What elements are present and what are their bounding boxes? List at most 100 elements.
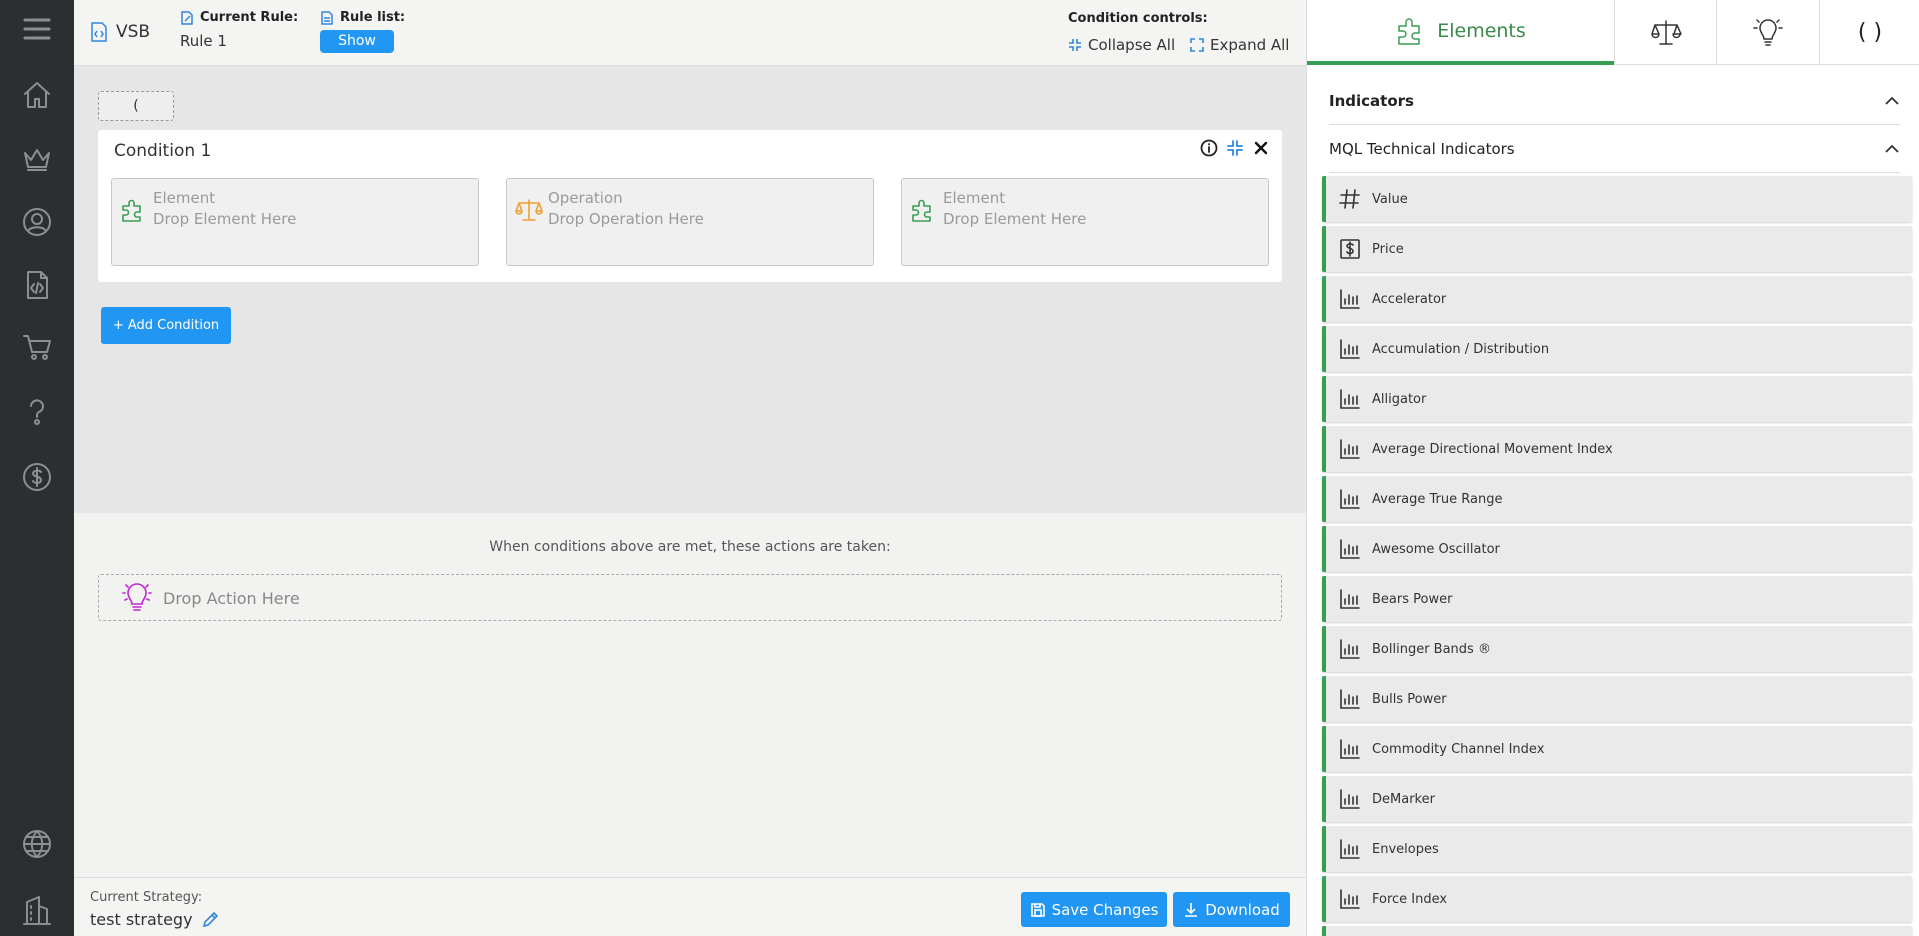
tab-parentheses[interactable]: ( ) (1819, 0, 1919, 65)
app-logo[interactable]: VSB (90, 22, 150, 42)
indicator-item[interactable]: Average True Range (1322, 476, 1912, 522)
slot-type-label: Element (153, 189, 216, 207)
add-condition-button[interactable]: + Add Condition (101, 307, 231, 344)
indicator-item[interactable]: Value (1322, 176, 1912, 222)
current-rule: Current Rule: Rule 1 (180, 10, 298, 50)
footer-bar: Current Strategy: test strategy Save Cha… (74, 877, 1306, 936)
indicator-item[interactable]: Bollinger Bands ® (1322, 626, 1912, 672)
slot-placeholder: Drop Element Here (943, 210, 1087, 228)
indicator-item[interactable]: Average Directional Movement Index (1322, 426, 1912, 472)
indicators-section-header[interactable]: Indicators (1329, 78, 1900, 125)
actions-area: When conditions above are met, these act… (74, 513, 1306, 877)
current-rule-value: Rule 1 (180, 32, 227, 50)
indicator-item[interactable]: Accelerator (1322, 276, 1912, 322)
download-icon (1185, 902, 1198, 917)
info-icon[interactable] (1200, 139, 1218, 157)
scales-icon (1650, 19, 1682, 45)
tab-actions[interactable] (1716, 0, 1819, 65)
side-rail (0, 0, 74, 936)
bar-chart-icon (1340, 639, 1360, 659)
save-icon (1030, 902, 1045, 917)
dollar-icon[interactable] (20, 460, 54, 494)
crown-icon[interactable] (20, 142, 54, 176)
indicator-item[interactable]: Alligator (1322, 376, 1912, 422)
expand-all-label: Expand All (1210, 36, 1290, 54)
collapse-icon[interactable] (1226, 139, 1244, 157)
condition-area: ( Condition 1 Element Drop Element Here … (74, 66, 1306, 513)
indicator-label: Awesome Oscillator (1372, 541, 1500, 557)
tab-elements-label: Elements (1437, 19, 1526, 42)
chevron-up-icon (1885, 96, 1899, 105)
strategy-name-row: test strategy (90, 910, 219, 929)
show-rule-list-button[interactable]: Show (320, 30, 394, 53)
chevron-up-icon (1885, 144, 1899, 153)
top-bar: VSB Current Rule: Rule 1 Rule list: Show… (74, 0, 1306, 66)
operation-drop-slot[interactable]: Operation Drop Operation Here (506, 178, 874, 266)
collapse-all-label: Collapse All (1088, 36, 1176, 54)
expand-all-button[interactable]: Expand All (1190, 36, 1289, 54)
indicator-label: Average True Range (1372, 491, 1503, 507)
expand-icon (1190, 38, 1204, 52)
user-profile-icon[interactable] (20, 205, 54, 239)
rule-list: Rule list: Show (320, 10, 405, 53)
indicator-label: Average Directional Movement Index (1372, 441, 1613, 457)
indicator-item[interactable]: Force Index (1322, 876, 1912, 922)
save-changes-button[interactable]: Save Changes (1021, 892, 1167, 927)
strategy-name: test strategy (90, 910, 193, 929)
lightbulb-icon (1753, 18, 1783, 46)
indicator-label: Bears Power (1372, 591, 1453, 607)
globe-icon[interactable] (20, 827, 54, 861)
bar-chart-icon (1340, 789, 1360, 809)
hash-icon (1339, 189, 1360, 209)
open-parenthesis-block[interactable]: ( (98, 91, 174, 121)
actions-description: When conditions above are met, these act… (489, 539, 891, 555)
home-icon[interactable] (20, 78, 54, 112)
indicator-item[interactable]: Bears Power (1322, 576, 1912, 622)
close-icon[interactable] (1252, 139, 1270, 157)
collapse-icon (1069, 39, 1081, 51)
cart-icon[interactable] (20, 330, 54, 364)
mql-section-header[interactable]: MQL Technical Indicators (1329, 126, 1900, 173)
indicator-label: Bulls Power (1372, 691, 1447, 707)
indicator-item[interactable]: Bulls Power (1322, 676, 1912, 722)
pencil-icon[interactable] (201, 911, 219, 929)
indicator-label: Value (1372, 191, 1408, 207)
bar-chart-icon (1340, 689, 1360, 709)
bar-chart-icon (1340, 839, 1360, 859)
indicators-heading: Indicators (1329, 92, 1414, 110)
bar-chart-icon (1340, 289, 1360, 309)
rule-list-label: Rule list: (340, 10, 406, 25)
indicator-item[interactable]: DeMarker (1322, 776, 1912, 822)
indicator-label: Force Index (1372, 891, 1448, 907)
indicator-item[interactable]: Commodity Channel Index (1322, 726, 1912, 772)
help-icon[interactable] (20, 394, 54, 428)
puzzle-icon (1398, 17, 1420, 45)
panel-tabs: Elements ( ) (1307, 0, 1919, 65)
bar-chart-icon (1340, 489, 1360, 509)
bar-chart-icon (1340, 889, 1360, 909)
indicator-item[interactable] (1322, 926, 1912, 936)
left-element-drop-slot[interactable]: Element Drop Element Here (111, 178, 479, 266)
action-drop-zone[interactable]: Drop Action Here (98, 574, 1282, 621)
bar-chart-icon (1340, 439, 1360, 459)
document-icon (321, 10, 333, 25)
right-element-drop-slot[interactable]: Element Drop Element Here (901, 178, 1269, 266)
indicator-label: Price (1372, 241, 1404, 257)
code-file-icon[interactable] (20, 268, 54, 302)
slot-type-label: Element (943, 189, 1006, 207)
collapse-all-button[interactable]: Collapse All (1068, 36, 1175, 54)
building-icon[interactable] (20, 893, 54, 927)
tab-elements[interactable]: Elements (1307, 0, 1614, 65)
download-button[interactable]: Download (1173, 892, 1290, 927)
indicator-item[interactable]: Awesome Oscillator (1322, 526, 1912, 572)
condition-card: Condition 1 Element Drop Element Here Op… (98, 130, 1282, 282)
indicator-item[interactable]: Accumulation / Distribution (1322, 326, 1912, 372)
action-drop-placeholder: Drop Action Here (163, 589, 300, 608)
slot-placeholder: Drop Element Here (153, 210, 297, 228)
menu-icon[interactable] (20, 12, 54, 46)
indicator-label: Envelopes (1372, 841, 1439, 857)
indicator-item[interactable]: Price (1322, 226, 1912, 272)
tab-operations[interactable] (1614, 0, 1716, 65)
indicator-item[interactable]: Envelopes (1322, 826, 1912, 872)
current-rule-label: Current Rule: (200, 10, 299, 25)
